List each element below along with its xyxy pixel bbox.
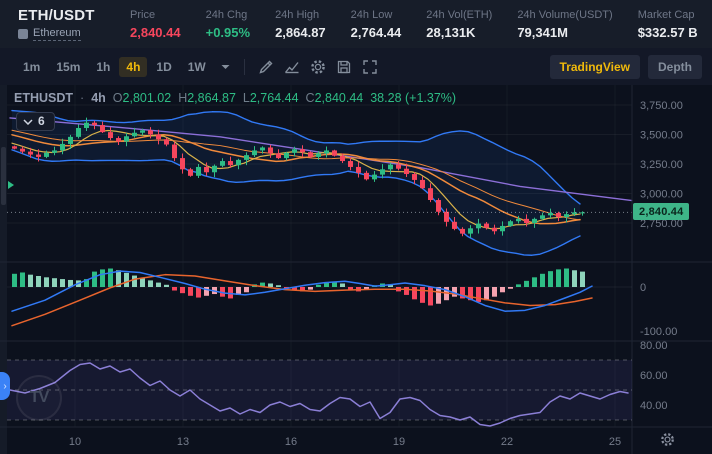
more-intervals-button[interactable] — [215, 61, 236, 73]
timezone-settings-button[interactable] — [660, 432, 675, 452]
svg-text:3,000.00: 3,000.00 — [640, 189, 683, 201]
svg-text:25: 25 — [609, 436, 621, 448]
svg-text:13: 13 — [177, 436, 189, 448]
timeframe-1D-button[interactable]: 1D — [149, 57, 178, 77]
market-stat: 24h Volume(USDT) 79,341M — [517, 9, 612, 40]
coin-logo-icon — [18, 29, 28, 39]
svg-text:3,250.00: 3,250.00 — [640, 159, 683, 171]
stat-value: $332.57 B — [638, 25, 698, 40]
indicators-collapse-badge[interactable]: 6 — [16, 112, 55, 131]
chart-area: 3,750.003,500.003,250.003,000.002,750.00… — [0, 85, 712, 454]
svg-text:3,750.00: 3,750.00 — [640, 100, 683, 112]
stat-label: 24h Vol(ETH) — [426, 9, 492, 21]
last-price-tag: 2,840.44 — [633, 203, 689, 220]
timeframe-1h-button[interactable]: 1h — [89, 57, 117, 77]
svg-text:3,500.00: 3,500.00 — [640, 130, 683, 142]
pair-symbol: ETH/USDT — [18, 7, 104, 24]
gear-icon — [660, 432, 675, 447]
stat-value: 2,864.87 — [275, 25, 326, 40]
fullscreen-button[interactable] — [357, 55, 383, 79]
save-icon — [336, 59, 352, 75]
market-stat: 24h Vol(ETH) 28,131K — [426, 9, 492, 40]
svg-text:80.00: 80.00 — [640, 340, 668, 352]
price-chart-canvas[interactable]: 3,750.003,500.003,250.003,000.002,750.00… — [0, 85, 712, 454]
stat-value: 79,341M — [517, 25, 612, 40]
depth-tab[interactable]: Depth — [648, 55, 702, 79]
market-stat: Price 2,840.44 — [130, 9, 181, 40]
market-stat: 24h High 2,864.87 — [275, 9, 326, 40]
indicators-button[interactable] — [279, 55, 305, 79]
stat-label: 24h Chg — [206, 9, 250, 21]
market-stat: Market Cap $332.57 B — [638, 9, 698, 40]
stat-value: 2,764.44 — [351, 25, 402, 40]
coin-name-link[interactable]: Ethereum — [33, 27, 81, 41]
draw-tool-button[interactable] — [253, 55, 279, 79]
chart-mode-switch: TradingView Depth — [550, 55, 702, 79]
market-stat: 24h Low 2,764.44 — [351, 9, 402, 40]
chart-settings-button[interactable] — [305, 55, 331, 79]
timeframe-1m-button[interactable]: 1m — [16, 57, 47, 77]
chart-toolbar: 1m15m1h4h1D1W TradingView Depth — [0, 48, 712, 85]
svg-text:60.00: 60.00 — [640, 370, 668, 382]
line-chart-icon — [284, 59, 300, 75]
fullscreen-icon — [362, 59, 378, 75]
stat-value: 28,131K — [426, 25, 492, 40]
svg-text:16: 16 — [285, 436, 297, 448]
pencil-icon — [258, 59, 274, 75]
market-stats-bar: ETH/USDT Ethereum Price 2,840.44 24h Chg… — [0, 0, 712, 48]
svg-text:-100.00: -100.00 — [640, 326, 677, 338]
indicator-count: 6 — [38, 114, 45, 128]
timeframe-15m-button[interactable]: 15m — [49, 57, 87, 77]
caret-down-icon — [221, 64, 230, 70]
save-chart-button[interactable] — [331, 55, 357, 79]
svg-text:19: 19 — [393, 436, 405, 448]
timeframe-4h-button[interactable]: 4h — [119, 57, 147, 77]
gear-icon — [310, 59, 326, 75]
tradingview-watermark: TV — [16, 375, 62, 421]
trading-app: { "header": { "pair": "ETH/USDT", "coin_… — [0, 0, 712, 454]
svg-text:22: 22 — [501, 436, 513, 448]
panel-expand-handle[interactable]: › — [0, 372, 10, 400]
market-stats: Price 2,840.44 24h Chg +0.95% 24h High 2… — [130, 9, 712, 40]
stat-label: Market Cap — [638, 9, 698, 21]
svg-text:10: 10 — [69, 436, 81, 448]
stat-value: +0.95% — [206, 25, 250, 40]
timeframe-group: 1m15m1h4h1D1W — [16, 57, 215, 77]
tradingview-tab[interactable]: TradingView — [550, 55, 640, 79]
stat-label: Price — [130, 9, 181, 21]
stat-value: 2,840.44 — [130, 25, 181, 40]
stat-label: 24h Low — [351, 9, 402, 21]
svg-text:0: 0 — [640, 282, 646, 294]
market-stat: 24h Chg +0.95% — [206, 9, 250, 40]
pair-block: ETH/USDT Ethereum — [18, 7, 104, 41]
chevron-down-icon — [23, 119, 33, 125]
stat-label: 24h Volume(USDT) — [517, 9, 612, 21]
toolbar-divider — [244, 59, 245, 75]
svg-text:40.00: 40.00 — [640, 400, 668, 412]
timeframe-1W-button[interactable]: 1W — [181, 57, 213, 77]
stat-label: 24h High — [275, 9, 326, 21]
